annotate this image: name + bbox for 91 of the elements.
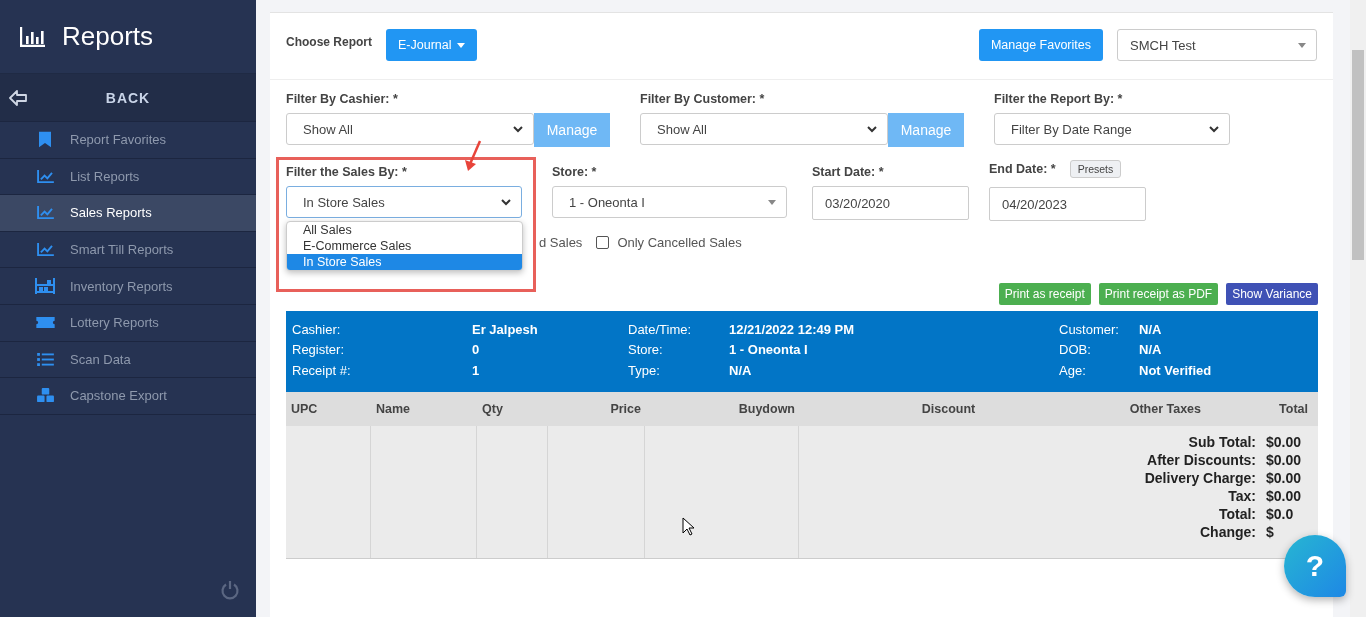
end-date-field[interactable]: 04/20/2023 xyxy=(989,187,1146,221)
caret-icon xyxy=(1298,42,1306,48)
total-label: Total: xyxy=(1217,506,1256,522)
arrow-left-icon xyxy=(9,90,27,106)
line-chart-icon xyxy=(36,243,54,257)
filter-select[interactable]: Filter By Date Range xyxy=(994,113,1230,145)
column-header: Other Taxes xyxy=(1128,402,1202,416)
info-value: 1 - Oneonta I xyxy=(729,342,809,360)
info-value: Er Jalpesh xyxy=(472,322,539,339)
info-label: Date/Time: xyxy=(628,322,693,339)
info-value: 1 xyxy=(472,362,481,380)
action-button[interactable]: Show Variance xyxy=(1226,283,1318,305)
total-label: Sub Total: xyxy=(1187,434,1256,450)
back-button[interactable]: BACK xyxy=(0,74,256,122)
sidebar-item[interactable]: Scan Data xyxy=(0,341,256,379)
favorites-select[interactable]: SMCH Test xyxy=(1117,29,1317,61)
caret-icon xyxy=(456,42,465,48)
info-label: Store: xyxy=(628,342,664,360)
shelf-icon xyxy=(35,278,55,295)
caret-icon xyxy=(768,199,776,205)
chevron-down-icon xyxy=(867,125,877,133)
sidebar-item[interactable]: Report Favorites xyxy=(0,122,256,159)
bar-chart-icon xyxy=(20,26,46,47)
info-value: N/A xyxy=(729,362,753,380)
column-header: Qty xyxy=(481,402,504,416)
line-chart-icon xyxy=(36,206,54,220)
info-value: N/A xyxy=(1139,322,1163,339)
info-value: N/A xyxy=(1139,342,1163,360)
sidebar-title: Reports xyxy=(62,21,154,52)
list-icon xyxy=(36,352,54,366)
total-label: Tax: xyxy=(1227,488,1256,504)
filter-label: Filter By Cashier: * xyxy=(286,92,399,106)
sidebar-item[interactable]: Smart Till Reports xyxy=(0,231,256,269)
cubes-icon xyxy=(36,388,54,404)
filter-label: Filter By Customer: * xyxy=(640,92,766,106)
filter-label: Store: * xyxy=(552,165,598,179)
filter-label: Filter the Report By: * xyxy=(994,92,1124,106)
cancelled-checkbox[interactable]: Only Cancelled Sales xyxy=(596,234,742,250)
info-label: Type: xyxy=(628,362,661,380)
info-label: Age: xyxy=(1059,362,1087,380)
total-label: Delivery Charge: xyxy=(1143,470,1256,486)
info-label: Register: xyxy=(292,342,346,360)
column-header: Buydown xyxy=(737,402,796,416)
ticket-icon xyxy=(35,317,55,329)
filter-label: Start Date: * xyxy=(812,165,885,179)
filter-select[interactable]: Show All xyxy=(640,113,888,145)
sidebar-item[interactable]: Sales Reports xyxy=(0,195,256,232)
sales-filter-select[interactable]: In Store Sales xyxy=(286,186,522,218)
annotation-arrow xyxy=(464,140,484,172)
bookmark-icon xyxy=(39,131,51,149)
chevron-down-icon xyxy=(1209,125,1219,133)
column-header: Name xyxy=(375,402,412,416)
sidebar-item[interactable]: Inventory Reports xyxy=(0,268,256,305)
total-value: $0.00 xyxy=(1266,452,1303,468)
total-value: $0.00 xyxy=(1266,470,1303,486)
column-header: Total xyxy=(1278,402,1309,416)
dropdown-option[interactable]: All Sales xyxy=(287,222,522,238)
info-value: Not Verified xyxy=(1139,362,1213,380)
column-header: Price xyxy=(609,402,642,416)
cursor-icon xyxy=(682,517,694,536)
dropdown-option[interactable]: In Store Sales xyxy=(287,254,522,270)
scrollbar[interactable] xyxy=(1350,0,1366,617)
info-value: 0 xyxy=(472,342,481,360)
column-header: UPC xyxy=(290,402,319,416)
start-date-field[interactable]: 03/20/2020 xyxy=(812,186,969,220)
dropdown-option[interactable]: E-Commerce Sales xyxy=(287,238,522,254)
info-label: Cashier: xyxy=(292,322,342,339)
total-value: $0.00 xyxy=(1266,434,1303,450)
filter-select[interactable]: Show All xyxy=(286,113,534,145)
info-value: 12/21/2022 12:49 PM xyxy=(729,322,856,339)
presets-button[interactable]: Presets xyxy=(1069,160,1122,178)
store-select[interactable]: 1 - Oneonta I xyxy=(552,186,787,218)
choose-report-label: Choose Report xyxy=(286,35,372,49)
filter-label: Filter the Sales By: * xyxy=(286,165,408,179)
checkbox-label: d Sales xyxy=(539,234,583,250)
sidebar-item[interactable]: Lottery Reports xyxy=(0,304,256,342)
power-icon[interactable] xyxy=(220,580,240,600)
total-value: $0.0 xyxy=(1266,506,1295,522)
column-header: Discount xyxy=(920,402,977,416)
line-chart-icon xyxy=(36,169,54,183)
total-label: Change: xyxy=(1199,524,1256,540)
total-value: $ xyxy=(1266,524,1275,540)
total-value: $0.00 xyxy=(1266,488,1303,504)
filter-label: End Date: * xyxy=(989,162,1056,176)
sidebar-item[interactable]: Capstone Export xyxy=(0,378,256,415)
chevron-down-icon xyxy=(501,198,511,206)
info-label: DOB: xyxy=(1059,342,1092,360)
total-label: After Discounts: xyxy=(1146,452,1256,468)
info-label: Receipt #: xyxy=(292,362,352,380)
chevron-down-icon xyxy=(513,125,523,133)
info-label: Customer: xyxy=(1059,322,1120,339)
